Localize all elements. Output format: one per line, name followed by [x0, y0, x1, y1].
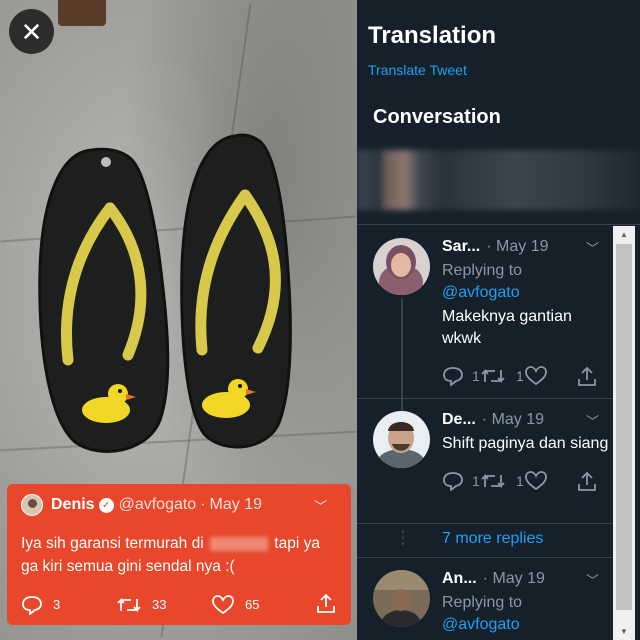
flip-flops-image — [38, 133, 292, 453]
reply-author-name[interactable]: An... — [442, 570, 477, 588]
retweet-icon — [117, 597, 141, 612]
replying-to-handle[interactable]: @avfogato — [442, 284, 520, 301]
quoted-tweet-card[interactable]: Denis ✓ @avfogato · May 19 ﹀ Iya sih gar… — [7, 484, 351, 625]
retweet-button[interactable]: 1 — [472, 366, 516, 386]
reply-list: Sar... · May 19 ﹀ Replying to @avfogato … — [357, 226, 613, 640]
author-name[interactable]: Denis — [51, 496, 95, 514]
retweet-icon — [481, 473, 505, 489]
list-item[interactable]: An... · May 19 ﹀ Replying to @avfogato — [357, 557, 613, 640]
like-button[interactable]: 1 — [516, 366, 576, 386]
reply-button[interactable] — [442, 366, 472, 386]
scroll-up-arrow-icon[interactable]: ▲ — [613, 226, 635, 243]
chevron-down-icon[interactable]: ﹀ — [586, 238, 599, 257]
scrollbar-thumb[interactable] — [616, 244, 632, 610]
share-icon — [317, 593, 335, 613]
reply-author-name[interactable]: De... — [442, 411, 476, 429]
retweet-count: 1 — [472, 473, 480, 489]
like-button[interactable]: 1 — [516, 471, 576, 491]
reply-icon — [443, 472, 463, 491]
tweet-actions: 3 33 65 — [21, 592, 337, 617]
retweet-button[interactable]: 1 — [472, 471, 516, 491]
reply-count: 3 — [53, 597, 61, 612]
reply-text: Shift paginya dan siang — [442, 435, 609, 452]
like-count: 1 — [516, 368, 524, 384]
heart-icon — [524, 366, 547, 386]
close-button[interactable]: ✕ — [9, 9, 54, 54]
replying-to: Replying to @avfogato — [442, 592, 613, 636]
sidebar-header: Translation Translate Tweet Conversation — [357, 0, 640, 225]
scroll-down-arrow-icon[interactable]: ▼ — [613, 623, 635, 640]
retweet-button[interactable]: 33 — [116, 595, 211, 615]
redacted-tweet-preview — [357, 150, 640, 210]
quoted-tweet-header: Denis ✓ @avfogato · May 19 ﹀ — [21, 494, 337, 516]
share-button[interactable] — [315, 592, 337, 617]
reply-date[interactable]: · May 19 — [483, 570, 545, 588]
translation-title: Translation — [368, 22, 497, 49]
list-item[interactable]: De... · May 19 ﹀ Shift paginya dan siang… — [357, 398, 613, 523]
tweet-text-part: Iya sih garansi termurah di — [21, 535, 204, 552]
reply-actions: 1 1 — [442, 364, 613, 388]
author-handle[interactable]: @avfogato — [119, 496, 197, 514]
avatar[interactable] — [373, 411, 430, 468]
chevron-down-icon[interactable]: ﹀ — [314, 496, 327, 515]
avatar[interactable] — [21, 494, 43, 516]
retweet-icon — [481, 368, 505, 384]
redacted-word — [209, 536, 268, 551]
heart-icon — [524, 471, 547, 491]
like-button[interactable]: 65 — [211, 594, 306, 615]
reply-author-name[interactable]: Sar... — [442, 238, 480, 256]
thread-dots: • • • — [401, 527, 405, 550]
list-item[interactable]: Sar... · May 19 ﹀ Replying to @avfogato … — [357, 226, 613, 419]
chevron-down-icon[interactable]: ﹀ — [586, 411, 599, 430]
replying-to-handle[interactable]: @avfogato — [442, 616, 520, 633]
reply-date[interactable]: · May 19 — [486, 238, 548, 256]
reply-icon — [22, 595, 42, 615]
close-icon[interactable]: ✕ — [21, 19, 43, 45]
reply-date[interactable]: · May 19 — [482, 411, 544, 429]
avatar[interactable] — [373, 238, 430, 295]
tweet-sidebar: Translation Translate Tweet Conversation… — [357, 0, 640, 640]
share-button[interactable] — [576, 365, 598, 387]
retweet-count: 33 — [152, 597, 167, 612]
retweet-count: 1 — [472, 368, 480, 384]
reply-button[interactable]: 3 — [21, 595, 116, 615]
like-count: 65 — [245, 597, 260, 612]
reply-button[interactable] — [442, 471, 472, 491]
reply-text: Makeknya gantian wkwk — [442, 308, 572, 347]
tweet-text: Iya sih garansi termurah di tapi ya ga k… — [21, 532, 337, 578]
translate-tweet-link[interactable]: Translate Tweet — [368, 62, 467, 78]
replying-to: Replying to @avfogato — [442, 260, 613, 304]
replying-to-label: Replying to — [442, 262, 523, 279]
wood-object — [58, 0, 106, 26]
separator-dot: · — [200, 496, 206, 513]
verified-badge-icon: ✓ — [98, 497, 114, 513]
reply-icon — [443, 367, 463, 386]
photo-viewer: ✕ Denis ✓ @avfogato · May 19 ﹀ Iya sih g… — [0, 0, 357, 640]
share-icon — [578, 471, 596, 491]
scrollbar[interactable]: ▲ ▼ — [613, 226, 635, 640]
tweet-date[interactable]: May 19 — [210, 496, 262, 514]
reply-actions: 1 1 — [442, 469, 613, 493]
more-replies-link[interactable]: 7 more replies — [442, 530, 543, 548]
heart-icon — [212, 594, 234, 614]
conversation-title: Conversation — [373, 106, 501, 128]
chevron-down-icon[interactable]: ﹀ — [586, 570, 599, 589]
like-count: 1 — [516, 473, 524, 489]
more-replies-row[interactable]: • • • 7 more replies — [357, 523, 613, 557]
replying-to-label: Replying to — [442, 594, 523, 611]
share-button[interactable] — [576, 470, 598, 492]
share-icon — [578, 366, 596, 386]
avatar[interactable] — [373, 570, 430, 627]
